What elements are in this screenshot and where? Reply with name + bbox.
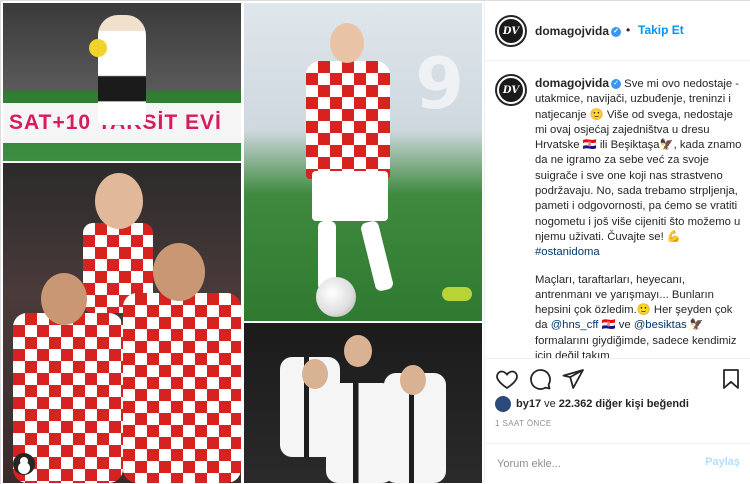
verified-badge-icon: ✓ <box>611 79 622 90</box>
heart-icon[interactable] <box>495 367 519 391</box>
player-shirt <box>306 61 390 179</box>
likes-count[interactable]: 22.362 <box>559 398 593 410</box>
caption-paragraph: formalarını giydiğimde, sadece kendimiz … <box>535 334 737 358</box>
photo-croatia-celebration <box>3 163 241 483</box>
player-head <box>153 243 205 301</box>
liker-username[interactable]: by17 <box>516 398 541 410</box>
caption-paragraph: Sve mi ovo nedostaje - utakmice, navijač… <box>535 78 742 243</box>
username-text: domagojvida <box>535 24 610 38</box>
hashtag-link[interactable]: #ostanidoma <box>535 246 600 258</box>
verified-badge-icon: ✓ <box>611 26 622 37</box>
ball-icon <box>89 39 107 57</box>
mention-link[interactable]: @hns_cff <box>551 319 599 331</box>
caption-area: DV domagojvida ✓ Sve mi ovo nedostaje - u… <box>485 62 750 358</box>
player-head <box>344 335 372 367</box>
post-timestamp[interactable]: 1 SAAT ÖNCE <box>495 419 552 428</box>
user-tag-icon[interactable] <box>13 453 35 475</box>
comment-composer: Paylaş <box>485 443 750 484</box>
caption-text: domagojvida ✓ Sve mi ovo nedostaje - utak… <box>535 76 743 358</box>
player-head <box>302 359 328 389</box>
player-figure <box>123 293 241 483</box>
caption-username[interactable]: domagojvida <box>535 76 609 90</box>
background-number: 9 <box>415 43 464 125</box>
send-icon[interactable] <box>561 367 585 391</box>
eagle-emoji: 🦅 <box>689 319 704 332</box>
player-leg <box>359 219 395 293</box>
player-shorts <box>312 171 388 221</box>
player-boot <box>442 287 472 301</box>
likes-summary[interactable]: by17 ve 22.362 diğer kişi beğendi <box>495 395 689 413</box>
avatar[interactable]: DV <box>495 15 527 47</box>
action-bar <box>485 358 750 398</box>
avatar-logo: DV <box>499 78 523 102</box>
football-icon <box>316 277 356 317</box>
separator-dot: • <box>626 23 631 37</box>
player-figure <box>98 15 146 125</box>
post-side-panel: DV domagojvida ✓ • Takip Et DV domagojvid… <box>484 1 750 484</box>
avatar-logo: DV <box>499 19 523 43</box>
photo-besiktas-player: SAT+10 TAKSİT EVİ <box>3 3 241 161</box>
post-header: DV domagojvida ✓ • Takip Et <box>485 1 750 61</box>
photo-croatia-player-ball: 9 <box>244 3 482 321</box>
player-head <box>41 273 87 325</box>
player-head <box>400 365 426 395</box>
post-image-collage[interactable]: SAT+10 TAKSİT EVİ 9 <box>1 1 484 484</box>
instagram-post-modal: SAT+10 TAKSİT EVİ 9 <box>0 0 750 484</box>
follow-button[interactable]: Takip Et <box>638 23 684 37</box>
likes-text: ve <box>544 398 556 410</box>
photo-besiktas-celebration <box>244 323 482 483</box>
comment-icon[interactable] <box>528 367 552 391</box>
caption-paragraph: ve <box>618 319 631 332</box>
avatar[interactable]: DV <box>495 74 527 106</box>
flag-emoji: 🇭🇷 <box>601 319 616 332</box>
likes-text-end[interactable]: diğer kişi beğendi <box>595 398 689 410</box>
bookmark-icon[interactable] <box>719 367 743 391</box>
username-link[interactable]: domagojvida ✓ <box>535 24 622 38</box>
mention-link[interactable]: @besiktas <box>634 319 687 331</box>
liker-avatar[interactable] <box>495 396 511 412</box>
player-head <box>330 23 364 63</box>
player-head <box>95 173 143 229</box>
comment-input[interactable] <box>497 454 697 474</box>
post-comment-button[interactable]: Paylaş <box>705 456 740 468</box>
